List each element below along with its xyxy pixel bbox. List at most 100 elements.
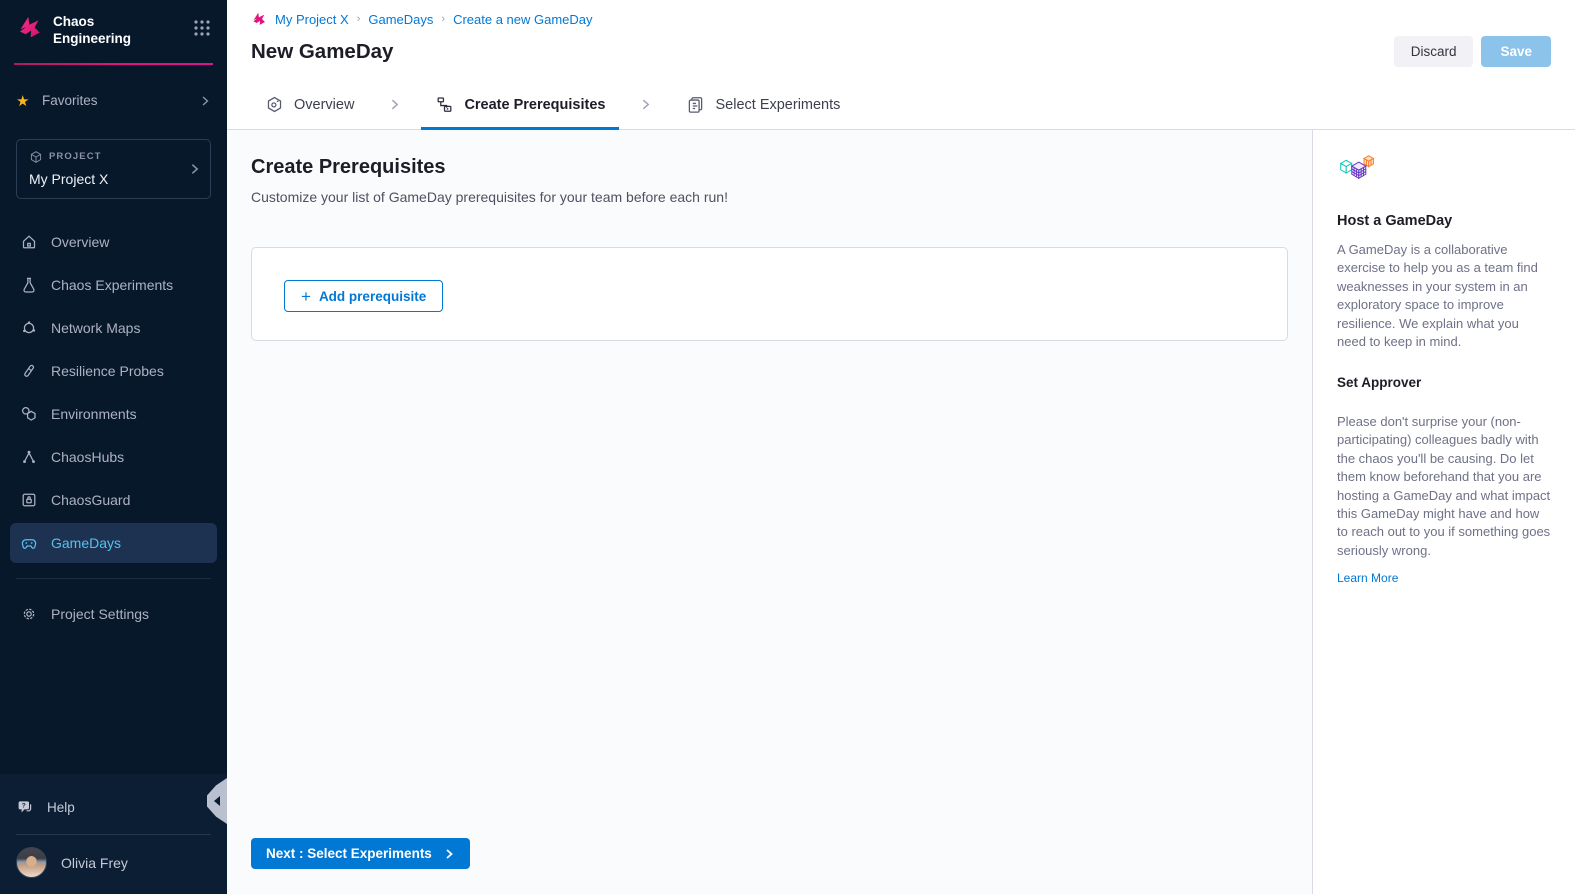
tab-overview[interactable]: Overview (251, 80, 368, 129)
prerequisites-card: + Add prerequisite (251, 247, 1288, 341)
breadcrumb-link-create[interactable]: Create a new GameDay (453, 12, 592, 27)
sidebar-item-resilience-probes[interactable]: Resilience Probes (10, 351, 217, 391)
sidebar-bottom-block: ? Help Olivia Frey (0, 774, 227, 894)
gear-icon (20, 605, 38, 623)
network-map-icon (20, 319, 38, 337)
sidebar-item-chaosguard[interactable]: ChaosGuard (10, 480, 217, 520)
gameday-cubes-illustration (1337, 154, 1377, 190)
chevron-right-icon (388, 98, 401, 111)
content-heading: Create Prerequisites (251, 156, 1288, 179)
sidebar-nav: Overview Chaos Experiments Network Maps … (0, 211, 227, 566)
help-chat-icon: ? (16, 798, 34, 816)
plus-icon: + (301, 288, 311, 305)
tab-separator (368, 80, 421, 129)
flowchart-icon (435, 95, 454, 114)
user-name: Olivia Frey (61, 855, 128, 871)
hexagon-gear-icon (265, 95, 284, 114)
sidebar-item-chaoshubs[interactable]: ChaosHubs (10, 437, 217, 477)
sidebar-item-environments[interactable]: Environments (10, 394, 217, 434)
sidebar-item-label: ChaosHubs (51, 449, 124, 465)
tab-select-experiments[interactable]: Select Experiments (672, 80, 854, 129)
project-name: My Project X (29, 171, 184, 187)
brand-line1: Chaos (53, 14, 131, 31)
sidebar-item-network-maps[interactable]: Network Maps (10, 308, 217, 348)
collapse-arrow-icon (209, 796, 220, 806)
sidebar-item-label: GameDays (51, 535, 121, 551)
add-prerequisite-label: Add prerequisite (319, 289, 426, 304)
sidebar-item-label: Overview (51, 234, 109, 250)
chevron-right-icon: › (441, 13, 445, 25)
discard-button[interactable]: Discard (1394, 36, 1474, 67)
chevron-right-icon (199, 95, 211, 107)
content-row: Create Prerequisites Customize your list… (227, 130, 1575, 894)
environments-icon (20, 405, 38, 423)
sidebar-item-label: Network Maps (51, 320, 140, 336)
harness-logo-icon (251, 11, 267, 27)
sidebar-item-label: Resilience Probes (51, 363, 164, 379)
breadcrumb-link-project[interactable]: My Project X (275, 12, 349, 27)
guard-lock-icon (20, 491, 38, 509)
chevron-right-icon (639, 98, 652, 111)
breadcrumb: My Project X › GameDays › Create a new G… (251, 11, 1551, 27)
sidebar-item-label: Environments (51, 406, 137, 422)
project-label: PROJECT (49, 151, 102, 162)
flask-icon (20, 276, 38, 294)
tab-separator (619, 80, 672, 129)
page-title: New GameDay (251, 40, 393, 64)
left-sidebar: Chaos Engineering ★ Favorites PROJECT My… (0, 0, 227, 894)
favorites-label: Favorites (42, 93, 98, 108)
star-icon: ★ (16, 92, 34, 110)
probe-icon (20, 362, 38, 380)
sidebar-divider (16, 578, 211, 579)
brand-header: Chaos Engineering (0, 0, 227, 56)
sidebar-item-gamedays[interactable]: GameDays (10, 523, 217, 563)
avatar (16, 847, 47, 878)
help-panel-paragraph-1: A GameDay is a collaborative exercise to… (1337, 241, 1551, 352)
wizard-tabbar: Overview Create Prerequisites Select Exp… (227, 80, 1575, 130)
chevron-right-icon: › (357, 13, 361, 25)
cube-icon (29, 150, 43, 164)
help-panel-title: Host a GameDay (1337, 213, 1551, 229)
breadcrumb-link-gamedays[interactable]: GameDays (368, 12, 433, 27)
sidebar-item-label: ChaosGuard (51, 492, 130, 508)
header-actions: Discard Save (1394, 36, 1551, 67)
tab-label: Select Experiments (715, 97, 840, 113)
brand-divider (14, 63, 213, 65)
save-button[interactable]: Save (1481, 36, 1551, 67)
chevron-right-icon (443, 848, 455, 860)
sidebar-item-project-settings[interactable]: Project Settings (10, 594, 217, 634)
tab-label: Overview (294, 97, 354, 113)
brand-title: Chaos Engineering (53, 14, 131, 48)
brand-line2: Engineering (53, 31, 131, 48)
next-select-experiments-button[interactable]: Next : Select Experiments (251, 838, 470, 869)
add-prerequisite-button[interactable]: + Add prerequisite (284, 280, 443, 312)
help-label: Help (47, 800, 75, 815)
content-subtitle: Customize your list of GameDay prerequis… (251, 189, 1288, 205)
chevron-right-icon (188, 162, 201, 175)
home-icon (20, 233, 38, 251)
experiment-pages-icon (686, 95, 705, 114)
user-profile[interactable]: Olivia Frey (0, 835, 227, 894)
project-selector[interactable]: PROJECT My Project X (16, 139, 211, 199)
sidebar-item-chaos-experiments[interactable]: Chaos Experiments (10, 265, 217, 305)
tab-label: Create Prerequisites (464, 97, 605, 113)
tab-create-prerequisites[interactable]: Create Prerequisites (421, 80, 619, 129)
app-grid-icon[interactable] (193, 19, 211, 37)
project-label-row: PROJECT (29, 150, 184, 164)
help-panel-paragraph-2: Please don't surprise your (non-particip… (1337, 413, 1551, 561)
svg-text:?: ? (22, 803, 26, 810)
sidebar-item-overview[interactable]: Overview (10, 222, 217, 262)
sidebar-item-label: Chaos Experiments (51, 277, 173, 293)
next-button-label: Next : Select Experiments (266, 846, 432, 861)
help-panel-subtitle: Set Approver (1337, 375, 1551, 390)
sidebar-item-label: Project Settings (51, 606, 149, 622)
help-panel: Host a GameDay A GameDay is a collaborat… (1312, 130, 1575, 894)
learn-more-link[interactable]: Learn More (1337, 571, 1398, 585)
main-content: Create Prerequisites Customize your list… (227, 130, 1312, 894)
harness-chaos-logo-icon (16, 14, 43, 41)
favorites-row[interactable]: ★ Favorites (0, 89, 227, 113)
hub-icon (20, 448, 38, 466)
gamepad-icon (20, 534, 38, 552)
page-header: My Project X › GameDays › Create a new G… (227, 0, 1575, 80)
help-button[interactable]: ? Help (0, 780, 227, 834)
